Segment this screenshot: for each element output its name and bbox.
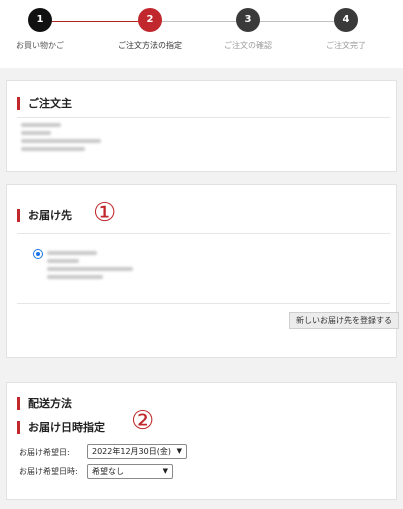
delivery-name-redacted (47, 251, 97, 255)
delivery-address-radio[interactable] (33, 249, 43, 259)
delivery-date-label: お届け希望日: (19, 448, 70, 457)
step-confirm: 3 ご注文の確認 (208, 8, 288, 51)
delivery-title: お届け先 (17, 209, 72, 222)
checkout-stepper: 1 お買い物かご 2 ご注文方法の指定 3 ご注文の確認 4 ご注文完了 (0, 0, 403, 68)
delivery-address-redacted (47, 267, 133, 271)
add-new-address-button[interactable]: 新しいお届け先を登録する (289, 312, 399, 329)
orderer-divider (17, 117, 390, 118)
step-number-3: 3 (236, 8, 260, 32)
step-number-2: 2 (138, 8, 162, 32)
step-label-order-method: ご注文方法の指定 (118, 41, 182, 50)
chevron-down-icon: ▼ (176, 447, 182, 455)
delivery-time-label: お届け希望日時: (19, 467, 78, 476)
orderer-card: ご注文主 (6, 80, 397, 172)
step-label-complete: ご注文完了 (326, 41, 366, 50)
step-cart: 1 お買い物かご (0, 8, 80, 51)
delivery-card: お届け先 ① 新しいお届け先を登録する (6, 184, 399, 358)
delivery-datetime-title: お届け日時指定 (17, 421, 105, 434)
annotation-marker-2: ② (131, 406, 155, 436)
step-label-cart: お買い物かご (16, 41, 64, 50)
delivery-zip-redacted (47, 259, 79, 263)
step-number-4: 4 (334, 8, 358, 32)
annotation-marker-1: ① (93, 198, 117, 228)
delivery-date-select[interactable]: 2022年12月30日(金) ▼ (87, 444, 187, 459)
step-complete: 4 ご注文完了 (306, 8, 386, 51)
shipping-method-title: 配送方法 (17, 397, 72, 410)
orderer-title: ご注文主 (17, 97, 72, 110)
delivery-time-select[interactable]: 希望なし ▼ (87, 464, 173, 479)
delivery-divider-top (17, 233, 390, 234)
orderer-address-redacted (21, 139, 101, 143)
delivery-divider-bottom (17, 303, 390, 304)
orderer-name-redacted (21, 123, 61, 127)
orderer-zip-redacted (21, 131, 51, 135)
delivery-date-value: 2022年12月30日(金) (92, 447, 171, 456)
delivery-phone-redacted (47, 275, 103, 279)
step-order-method: 2 ご注文方法の指定 (110, 8, 190, 51)
step-label-confirm: ご注文の確認 (224, 41, 272, 50)
chevron-down-icon: ▼ (162, 467, 168, 475)
delivery-time-value: 希望なし (92, 467, 124, 476)
step-number-1: 1 (28, 8, 52, 32)
orderer-phone-redacted (21, 147, 85, 151)
shipping-card: 配送方法 ② お届け日時指定 お届け希望日: 2022年12月30日(金) ▼ … (6, 382, 397, 500)
